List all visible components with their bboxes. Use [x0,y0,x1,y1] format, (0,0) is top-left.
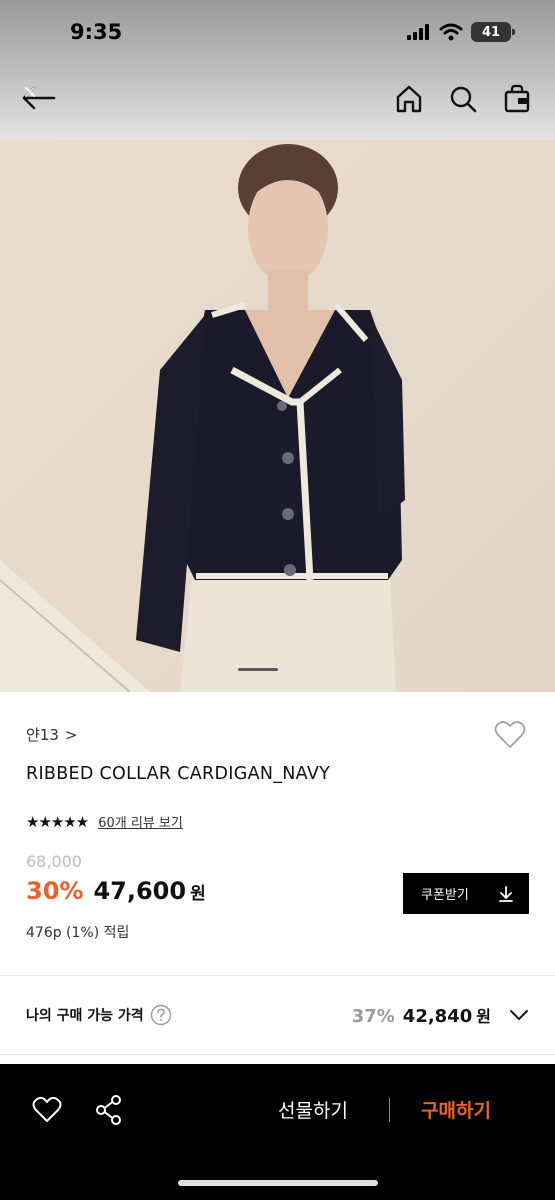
signal-icon [407,24,429,40]
discount-rate: 30% [26,877,84,905]
home-indicator [178,1180,378,1186]
home-button[interactable] [395,84,423,114]
top-header: 9:35 41 [0,0,555,140]
my-price-row[interactable]: 나의 구매 가능 가격 37% 42,840 원 [26,1001,529,1029]
buy-button[interactable]: 구매하기 [421,1096,491,1123]
back-arrow-icon[interactable] [20,82,56,114]
currency-label: 원 [190,884,206,904]
original-price: 68,000 [26,852,82,871]
shopping-bag-icon [504,84,530,113]
wishlist-heart-icon[interactable] [493,718,527,752]
review-link[interactable]: 60개 리뷰 보기 [98,812,183,831]
button-separator [389,1098,390,1122]
home-icon [396,85,422,113]
section-divider [0,975,555,976]
search-icon [450,86,477,113]
reward-points: 476p (1%) 적립 [26,925,130,941]
section-divider [0,1054,555,1055]
price-row: 30% 47,600 원 [26,877,206,905]
product-image[interactable] [0,140,555,692]
my-discount-rate: 37% [351,1006,395,1027]
coupon-label: 쿠폰받기 [421,888,469,903]
bottom-action-bar: 선물하기 구매하기 [0,1064,555,1200]
download-icon [499,885,513,902]
sale-price: 47,600 [93,877,187,905]
star-rating: ★★★★★ [26,812,89,831]
product-title: RIBBED COLLAR CARDIGAN_NAVY [26,764,331,784]
battery-indicator: 41 [471,22,515,42]
coupon-button[interactable]: 쿠폰받기 [403,873,529,914]
rating-row: ★★★★★ 60개 리뷰 보기 [26,812,183,832]
status-indicators: 41 [407,22,515,42]
my-currency-label: 원 [476,1007,491,1026]
my-price-value[interactable]: 37% 42,840 원 [352,1003,529,1027]
my-price-amount: 42,840 [402,1006,473,1027]
brand-link[interactable]: 얀13 > [26,724,77,745]
image-pager-indicator [238,668,278,671]
heart-icon[interactable] [32,1096,62,1124]
status-time: 9:35 [70,20,123,44]
wifi-icon [439,23,463,41]
gift-button[interactable]: 선물하기 [278,1096,348,1123]
help-question-icon[interactable] [150,1004,172,1026]
product-photo [0,140,555,692]
brand-chevron-icon: > [64,725,78,744]
brand-name: 얀13 [26,726,59,744]
my-price-label: 나의 구매 가능 가격 [26,1008,144,1024]
nav-actions [395,84,531,114]
search-button[interactable] [449,84,477,114]
share-icon[interactable] [94,1094,124,1126]
cart-button[interactable] [503,84,531,114]
chevron-down-icon [510,1010,528,1020]
